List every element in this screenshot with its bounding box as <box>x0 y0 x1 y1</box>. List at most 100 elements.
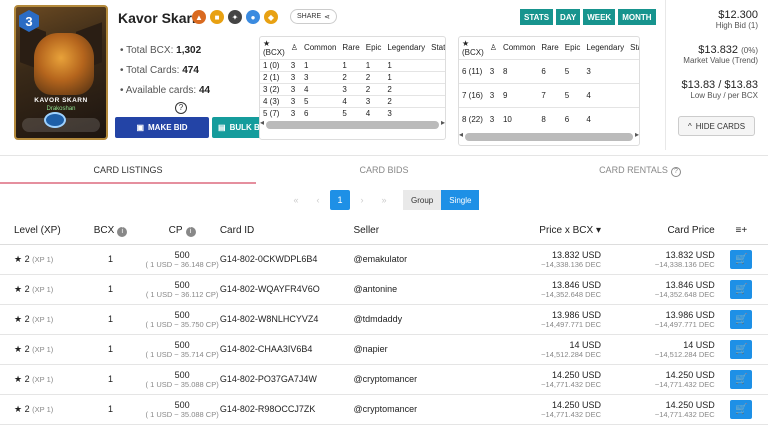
table-cell: 6 <box>300 106 340 119</box>
col-stats: Stats <box>630 43 639 53</box>
col-bcx[interactable]: BCX i <box>76 218 145 245</box>
card-monster-art <box>34 33 94 95</box>
table-cell <box>627 82 639 107</box>
card-id-cell[interactable]: G14-802-0CKWDPL6B4 <box>219 244 354 275</box>
col-legendary: Legendary <box>586 43 625 53</box>
table-2-scrollbar[interactable] <box>459 130 639 141</box>
add-to-cart-button[interactable]: 🛒 <box>730 399 753 419</box>
table-cell: 3 <box>287 106 301 119</box>
tab-card-bids[interactable]: CARD BIDS <box>256 156 512 184</box>
star-icon: ★ <box>14 313 23 324</box>
bcx-cell: 1 <box>76 244 145 275</box>
col-cp[interactable]: CP i <box>144 218 220 245</box>
hide-cards-button[interactable]: ^ HIDE CARDS <box>678 116 755 136</box>
seller-cell[interactable]: @tdmdaddy <box>353 304 479 335</box>
table-cell: 3 <box>287 70 301 83</box>
col-rare: Rare <box>342 43 360 53</box>
table-cell: 3 <box>339 82 363 95</box>
col-card-id[interactable]: Card ID <box>219 218 354 245</box>
add-to-cart-button[interactable]: 🛒 <box>730 309 753 329</box>
table-header: ★(BCX) ♙ Common Rare Epic Legendary Stat… <box>459 37 639 59</box>
col-card-price[interactable]: Card Price <box>601 218 715 245</box>
col-legendary: Legendary <box>387 43 426 53</box>
price-bcx-cell: 13.986 USD ~14,497.771 DEC <box>478 304 602 335</box>
table-cell: 5 <box>561 58 584 83</box>
cart-icon: 🛒 <box>735 253 748 265</box>
add-to-cart-button[interactable]: 🛒 <box>730 249 753 269</box>
bid-icon: ▣ <box>136 123 144 132</box>
level-stats-table-2[interactable]: ★(BCX) ♙ Common Rare Epic Legendary Stat… <box>458 36 640 146</box>
help-icon[interactable]: ? <box>670 167 681 177</box>
table-row: 3 (2) 3 4 3 2 2 <box>260 82 445 95</box>
col-price-bcx[interactable]: Price x BCX ▾ <box>478 218 602 245</box>
prev-page-button[interactable]: ‹ <box>308 190 328 210</box>
cp-cell: 500( 1 USD ~ 35.714 CP) <box>144 334 220 365</box>
tab-week[interactable]: WEEK <box>583 9 616 25</box>
col-seller[interactable]: Seller <box>353 218 479 245</box>
card-id-cell[interactable]: G14-802-CHAA3IV6B4 <box>219 334 354 365</box>
seller-cell[interactable]: @cryptomancer <box>353 364 479 395</box>
star-header: ★ (BCX) <box>263 38 285 57</box>
tab-day[interactable]: DAY <box>556 9 581 25</box>
page-1-button[interactable]: 1 <box>330 190 350 210</box>
seller-cell[interactable]: @napier <box>353 334 479 365</box>
table-cell: 7 (16) <box>459 82 487 107</box>
column-settings-icon[interactable]: ≡+ <box>714 218 768 245</box>
table-1-scrollbar[interactable] <box>260 118 445 129</box>
col-epic: Epic <box>564 43 581 53</box>
group-toggle-button[interactable]: Group <box>403 190 442 210</box>
table-cell: 2 <box>384 82 429 95</box>
tab-card-listings[interactable]: CARD LISTINGS <box>0 156 256 184</box>
single-toggle-button[interactable]: Single <box>441 190 480 210</box>
card-plate-subtitle: Drakoshan <box>46 106 76 112</box>
table-cell <box>428 82 445 95</box>
info-icon[interactable]: i <box>117 226 128 237</box>
table-cell: 5 <box>339 106 363 119</box>
table-cell <box>627 106 639 131</box>
add-to-cart-button[interactable]: 🛒 <box>730 369 753 389</box>
card-stats-list: • Total BCX: 1,302 • Total Cards: 474 • … <box>120 45 210 105</box>
table-cell: 4 <box>362 106 385 119</box>
water-ability-icon[interactable]: ● <box>246 10 260 24</box>
last-page-button[interactable]: » <box>374 190 394 210</box>
listings-table: Level (XP) BCX i CP i Card ID Seller Price… <box>0 218 768 425</box>
help-icon[interactable]: ? <box>175 102 187 114</box>
card-id-cell[interactable]: G14-802-WQAYFR4V6O <box>219 274 354 305</box>
table-cell: 3 (2) <box>260 82 288 95</box>
make-bid-button[interactable]: ▣ MAKE BID <box>115 117 209 138</box>
seller-cell[interactable]: @antonine <box>353 274 479 305</box>
add-to-cart-button[interactable]: 🛒 <box>730 339 753 359</box>
tab-month[interactable]: MONTH <box>618 9 656 25</box>
card-price-cell: 13.846 USD ~14,352.648 DEC <box>601 274 715 305</box>
level-stats-table-1[interactable]: ★ (BCX) ♙ Common Rare Epic Legendary Stat… <box>259 36 446 140</box>
card-id-cell[interactable]: G14-802-PO37GA7J4W <box>219 364 354 395</box>
info-icon[interactable]: i <box>185 226 196 237</box>
card-id-cell[interactable]: G14-802-W8NLHCYVZ4 <box>219 304 354 335</box>
table-cell: 2 <box>384 94 429 107</box>
seller-cell[interactable]: @emakulator <box>353 244 479 275</box>
card-id-cell[interactable]: G14-802-R98OCCJ7ZK <box>219 394 354 425</box>
cart-icon: 🛒 <box>735 403 748 415</box>
table-row: 2 (1) 3 3 2 2 1 <box>260 70 445 83</box>
market-change: (0%) <box>741 46 758 55</box>
price-bcx-cell: 13.832 USD ~14,338.136 DEC <box>478 244 602 275</box>
tab-card-rentals[interactable]: CARD RENTALS? <box>512 156 768 184</box>
table-cell: 6 (11) <box>459 58 487 83</box>
shield-ability-icon[interactable]: ■ <box>210 10 224 24</box>
bcx-cell: 1 <box>76 274 145 305</box>
table-header: ★(BCX) ♙ Common Rare Epic Legendary Stat… <box>260 37 445 59</box>
fire-ability-icon[interactable]: ▲ <box>192 10 206 24</box>
col-level[interactable]: Level (XP) <box>0 218 77 245</box>
share-button[interactable]: SHARE ⋖ <box>290 9 337 24</box>
add-to-cart-button[interactable]: 🛒 <box>730 279 753 299</box>
tab-stats[interactable]: STATS <box>520 9 554 25</box>
buy-cell: 🛒 <box>714 364 768 395</box>
seller-cell[interactable]: @cryptomancer <box>353 394 479 425</box>
next-page-button[interactable]: › <box>352 190 372 210</box>
table-row: 7 (16) 3 9 7 5 4 <box>459 82 639 107</box>
coin-ability-icon[interactable]: ◆ <box>264 10 278 24</box>
first-page-button[interactable]: « <box>286 190 306 210</box>
claw-ability-icon[interactable]: ✦ <box>228 10 242 24</box>
table-cell: 2 <box>339 70 363 83</box>
time-range-tabs: STATS DAY WEEK MONTH <box>520 9 656 25</box>
